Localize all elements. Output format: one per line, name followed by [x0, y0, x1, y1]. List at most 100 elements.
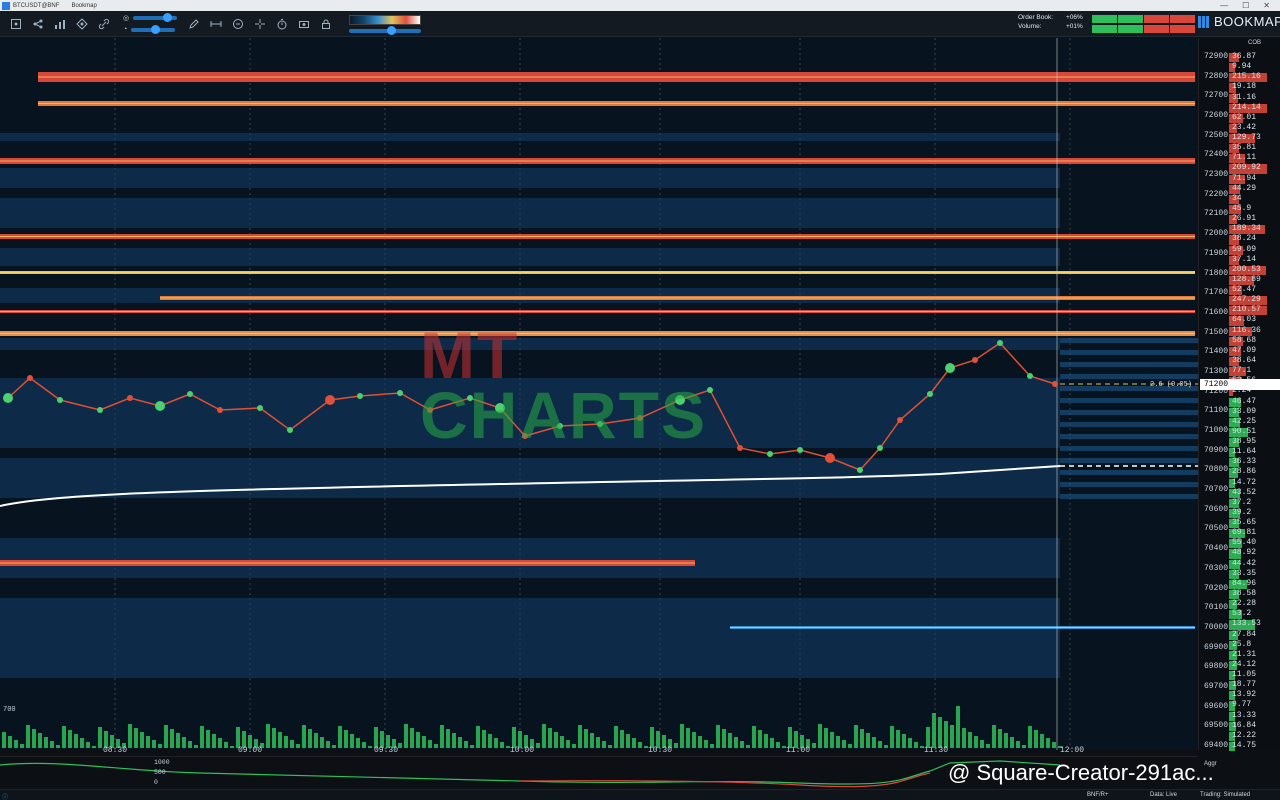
bookmap-logo-icon	[1198, 15, 1210, 28]
volume-bar	[80, 738, 84, 748]
cob-value: 14.75	[1232, 741, 1257, 750]
volume-bar	[356, 738, 360, 748]
price-label: 71600	[1204, 307, 1229, 317]
heatmap-contrast-slider[interactable]	[133, 13, 178, 22]
volume-bar	[974, 736, 978, 748]
last-price-value: 71200	[1204, 380, 1229, 389]
volume-bar	[314, 733, 318, 748]
status-info-icon[interactable]: ⓘ	[2, 792, 8, 800]
cob-value: 19.18	[1232, 82, 1257, 92]
volume-bar	[686, 728, 690, 748]
window-title-symbol: BTCUSDT@BNF	[13, 2, 60, 9]
volume-bar	[218, 738, 222, 748]
cob-value: 247.29	[1232, 295, 1261, 305]
volume-bar	[26, 725, 30, 748]
volume-bar	[272, 728, 276, 748]
lock-icon[interactable]	[315, 13, 337, 35]
volume-bar	[614, 726, 618, 748]
volume-bar	[680, 724, 684, 748]
volume-bar	[590, 733, 594, 748]
cob-value: 38.95	[1232, 437, 1257, 447]
volume-bar	[74, 734, 78, 748]
status-trading: Trading: Simulated	[1200, 792, 1251, 798]
price-label: 72400	[1204, 150, 1229, 160]
close-button[interactable]: ✕	[1263, 1, 1270, 10]
volume-bar	[44, 737, 48, 748]
volume-bar	[650, 727, 654, 748]
volume-bar	[674, 743, 678, 748]
cob-value: 42.25	[1232, 416, 1257, 426]
minimize-button[interactable]: —	[1220, 1, 1228, 10]
heatmap-threshold-slider[interactable]	[349, 25, 422, 35]
last-price-tag: 71200	[1200, 379, 1280, 390]
volume-bar	[398, 743, 402, 748]
volume-bar	[602, 741, 606, 748]
volume-bar	[608, 745, 612, 748]
volume-bar	[848, 744, 852, 748]
time-label: 09:00	[238, 746, 263, 755]
network-icon[interactable]	[27, 13, 49, 35]
heatmap-brightness-slider[interactable]	[131, 24, 176, 34]
price-label: 72900	[1204, 52, 1229, 61]
volume-bar	[950, 725, 954, 748]
cob-value: 128.89	[1232, 274, 1261, 284]
cob-value: 27.84	[1232, 629, 1257, 639]
volume-bar	[158, 744, 162, 748]
crosshair-icon[interactable]	[249, 13, 271, 35]
comment-icon[interactable]	[227, 13, 249, 35]
indicators-icon[interactable]	[71, 13, 93, 35]
volume-bar	[836, 736, 840, 748]
trade-bubble	[707, 387, 713, 393]
price-label: 69700	[1204, 681, 1229, 691]
trade-bubble	[217, 407, 223, 413]
cob-value: 33.09	[1232, 406, 1257, 416]
volume-bar	[740, 741, 744, 748]
volume-bar	[926, 727, 930, 748]
volume-bar	[326, 741, 330, 748]
bookmap-logo: BOOKMAP	[1198, 14, 1280, 29]
volume-bar	[1052, 742, 1056, 748]
ruler-icon[interactable]	[205, 13, 227, 35]
trade-bubble	[972, 357, 978, 363]
cob-value: 39.2	[1232, 507, 1252, 517]
cob-value: 59.09	[1232, 244, 1257, 254]
cob-value: 9.77	[1232, 700, 1252, 710]
cob-ghost-bar	[1060, 410, 1198, 415]
price-label: 72700	[1204, 91, 1229, 101]
price-label: 70300	[1204, 563, 1229, 573]
volume-bar	[332, 745, 336, 748]
trade-bubble	[857, 467, 863, 473]
volume-bar	[866, 733, 870, 748]
cob-value: 13.92	[1232, 690, 1257, 700]
order-level-core	[160, 297, 1195, 299]
volume-bar	[362, 742, 366, 748]
pen-icon[interactable]	[183, 13, 205, 35]
volume-bar	[758, 730, 762, 748]
cob-value: 52.47	[1232, 285, 1257, 295]
heatmap-color-legend[interactable]	[349, 14, 422, 25]
price-label: 71800	[1204, 268, 1229, 278]
sliders-icon[interactable]: ◎ ◔	[123, 13, 178, 34]
cob-ghost-bar	[1060, 398, 1198, 403]
camera-icon[interactable]	[293, 13, 315, 35]
volume-bar	[470, 745, 474, 748]
cob-value: 11.64	[1232, 447, 1257, 457]
cob-value: 116.36	[1232, 325, 1261, 335]
chart-icon[interactable]	[49, 13, 71, 35]
cob-value: 13.33	[1232, 710, 1257, 720]
settings-icon[interactable]	[5, 13, 27, 35]
volume-bar	[1046, 738, 1050, 748]
app-icon	[2, 1, 10, 10]
volume-bar	[200, 726, 204, 748]
stopwatch-icon[interactable]	[271, 13, 293, 35]
volume-bar	[980, 740, 984, 748]
link-icon[interactable]	[93, 13, 115, 35]
volume-bar	[50, 741, 54, 748]
maximize-button[interactable]: ☐	[1242, 1, 1249, 10]
cob-value: 53.2	[1232, 609, 1252, 619]
volume-bar	[428, 740, 432, 748]
trade-bubble	[97, 407, 103, 413]
volume-bar	[38, 733, 42, 748]
cob-value: 210.57	[1232, 305, 1261, 315]
price-label: 71400	[1204, 347, 1229, 357]
